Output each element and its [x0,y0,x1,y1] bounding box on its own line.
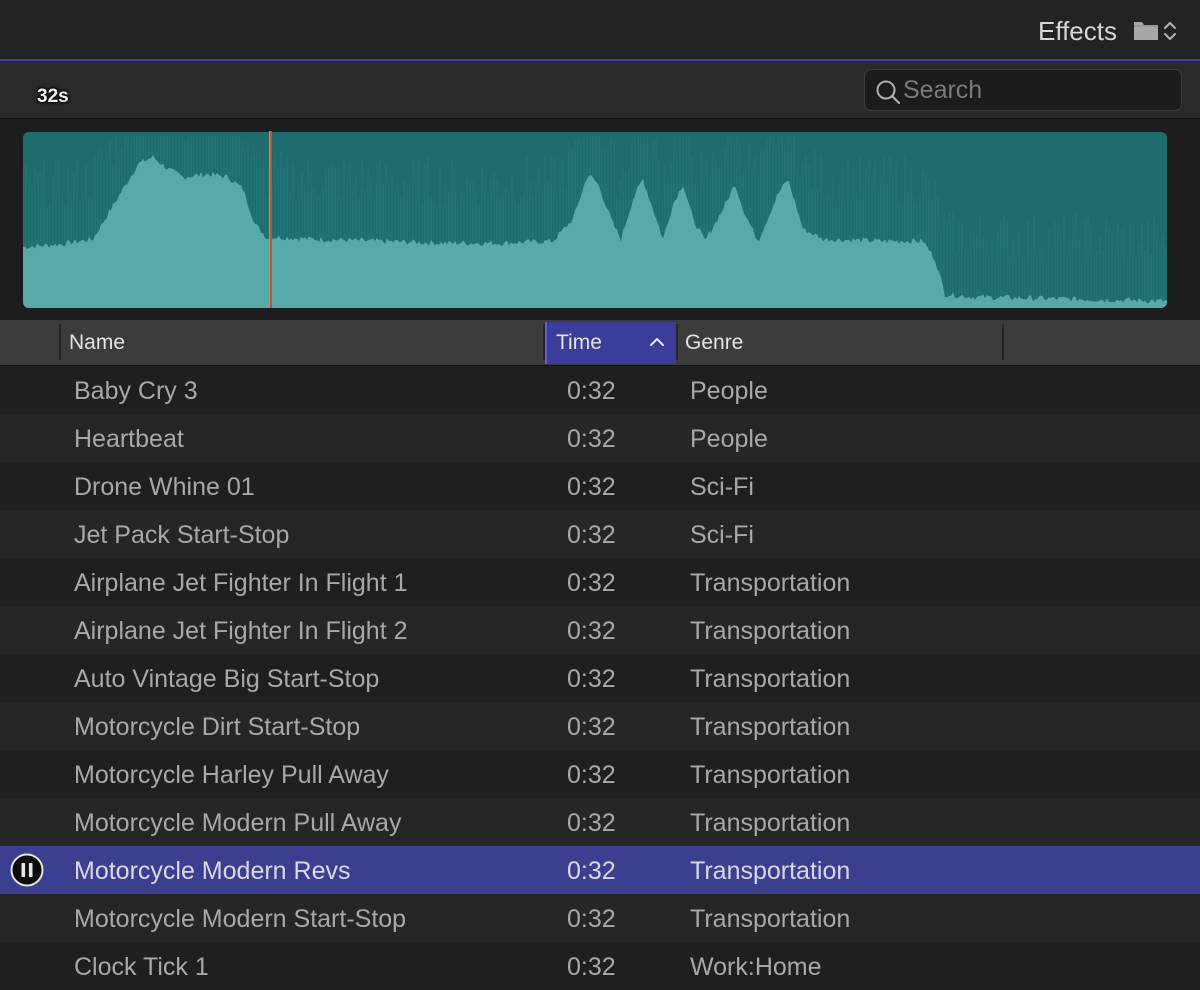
waveform-area [0,120,1200,320]
column-separator[interactable] [543,324,545,360]
column-separator[interactable] [676,324,678,360]
row-genre: Transportation [690,713,851,741]
row-name: Airplane Jet Fighter In Flight 1 [74,569,408,597]
table-row[interactable]: Jet Pack Start-Stop 0:32 Sci-Fi [0,510,1200,558]
folder-icon[interactable] [1133,19,1159,41]
column-header-time[interactable]: Time [556,330,602,356]
row-genre: Transportation [690,665,851,693]
row-name: Heartbeat [74,425,184,453]
table-row[interactable]: Airplane Jet Fighter In Flight 1 0:32 Tr… [0,558,1200,606]
row-genre: People [690,377,768,405]
table-row-selected[interactable]: Motorcycle Modern Revs 0:32 Transportati… [0,846,1200,894]
table-row[interactable]: Drone Whine 01 0:32 Sci-Fi [0,462,1200,510]
effects-title: Effects [1037,16,1117,46]
row-time: 0:32 [567,377,616,405]
row-genre: Work:Home [690,953,822,981]
row-time: 0:32 [567,473,616,501]
table-row[interactable]: Airplane Jet Fighter In Flight 2 0:32 Tr… [0,606,1200,654]
row-name: Motorcycle Dirt Start-Stop [74,713,361,741]
playhead[interactable] [269,131,272,308]
column-header-bar: Name Time Genre [0,320,1200,366]
column-separator[interactable] [59,324,61,360]
row-name: Airplane Jet Fighter In Flight 2 [74,617,408,645]
row-time: 0:32 [567,665,616,693]
table-row[interactable]: Heartbeat 0:32 People [0,414,1200,462]
row-time: 0:32 [567,905,616,933]
row-time: 0:32 [567,761,616,789]
column-separator[interactable] [1002,324,1004,360]
waveform-graphic [23,136,1167,308]
row-genre: Transportation [690,809,851,837]
row-genre: Transportation [690,857,851,885]
search-input[interactable] [903,74,1173,106]
column-header-genre[interactable]: Genre [685,330,743,356]
row-name: Jet Pack Start-Stop [74,521,290,549]
row-name: Motorcycle Harley Pull Away [74,761,389,789]
row-name: Clock Tick 1 [74,953,209,981]
search-field[interactable] [864,69,1182,111]
table-row[interactable]: Motorcycle Harley Pull Away 0:32 Transpo… [0,750,1200,798]
row-name: Motorcycle Modern Pull Away [74,809,402,837]
row-time: 0:32 [567,809,616,837]
table-row[interactable]: Motorcycle Modern Start-Stop 0:32 Transp… [0,894,1200,942]
row-genre: Sci-Fi [690,473,754,501]
search-bar [0,61,1200,119]
row-time: 0:32 [567,425,616,453]
row-time: 0:32 [567,953,616,981]
table-row[interactable]: Clock Tick 1 0:32 Work:Home [0,942,1200,990]
table-row[interactable]: Baby Cry 3 0:32 People [0,366,1200,414]
duration-badge: 32s [37,86,69,107]
stepper-icon[interactable] [1162,19,1178,43]
row-time: 0:32 [567,857,616,885]
effects-list: Baby Cry 3 0:32 People Heartbeat 0:32 Pe… [0,366,1200,990]
row-time: 0:32 [567,521,616,549]
row-time: 0:32 [567,617,616,645]
row-name: Motorcycle Modern Revs [74,857,351,885]
row-name: Baby Cry 3 [74,377,198,405]
row-genre: Transportation [690,905,851,933]
row-time: 0:32 [567,713,616,741]
row-genre: Sci-Fi [690,521,754,549]
table-row[interactable]: Motorcycle Dirt Start-Stop 0:32 Transpor… [0,702,1200,750]
row-name: Drone Whine 01 [74,473,255,501]
row-genre: Transportation [690,761,851,789]
row-genre: People [690,425,768,453]
table-row[interactable]: Auto Vintage Big Start-Stop 0:32 Transpo… [0,654,1200,702]
row-time: 0:32 [567,569,616,597]
waveform-preview[interactable] [23,132,1167,308]
table-row[interactable]: Motorcycle Modern Pull Away 0:32 Transpo… [0,798,1200,846]
row-genre: Transportation [690,617,851,645]
row-name: Motorcycle Modern Start-Stop [74,905,407,933]
column-header-name[interactable]: Name [69,330,125,356]
pause-icon[interactable] [10,853,44,887]
browser-header: Effects [0,0,1200,60]
row-name: Auto Vintage Big Start-Stop [74,665,380,693]
sort-ascending-icon[interactable] [649,335,665,349]
search-icon [876,80,901,105]
row-genre: Transportation [690,569,851,597]
